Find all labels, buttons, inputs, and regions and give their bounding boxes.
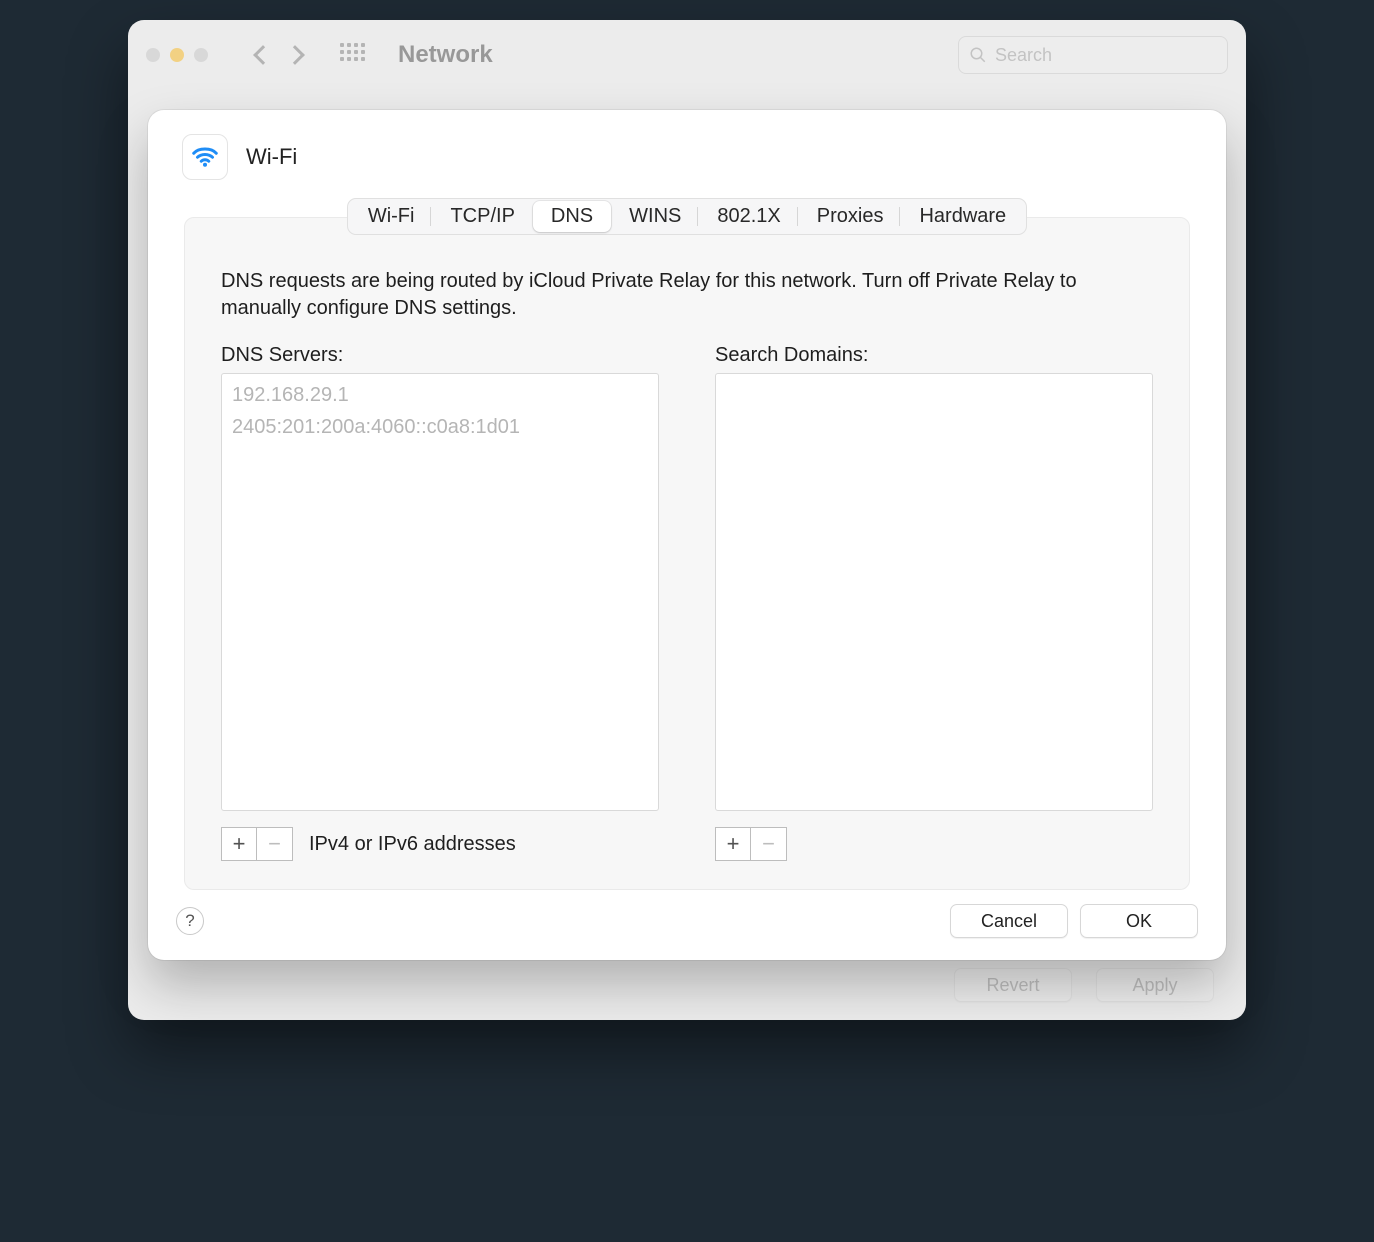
apply-button[interactable]: Apply	[1096, 968, 1214, 1002]
titlebar: Network Search	[128, 20, 1246, 90]
nav-buttons	[256, 48, 302, 62]
cancel-button[interactable]: Cancel	[950, 904, 1068, 938]
tab-wi-fi[interactable]: Wi-Fi	[350, 201, 433, 232]
dns-servers-stepper: + −	[221, 827, 293, 861]
window-footer: Revert Apply	[942, 968, 1214, 1002]
private-relay-notice: DNS requests are being routed by iCloud …	[221, 268, 1153, 322]
revert-button[interactable]: Revert	[954, 968, 1072, 1002]
dns-servers-column: DNS Servers: 192.168.29.12405:201:200a:4…	[221, 344, 659, 861]
zoom-window-button[interactable]	[194, 48, 208, 62]
ok-button[interactable]: OK	[1080, 904, 1198, 938]
search-domains-list[interactable]	[715, 373, 1153, 811]
search-icon	[969, 46, 987, 64]
wifi-icon	[182, 134, 228, 180]
dns-panel: DNS requests are being routed by iCloud …	[184, 217, 1190, 890]
remove-dns-server-button[interactable]: −	[257, 827, 293, 861]
search-domains-label: Search Domains:	[715, 344, 1153, 367]
tab-wins[interactable]: WINS	[611, 201, 699, 232]
network-preferences-window: Network Search Revert Apply Wi-Fi Wi-FiT…	[128, 20, 1246, 1020]
tab-dns[interactable]: DNS	[533, 201, 611, 232]
add-search-domain-button[interactable]: +	[715, 827, 751, 861]
wifi-settings-sheet: Wi-Fi Wi-FiTCP/IPDNSWINS802.1XProxiesHar…	[148, 110, 1226, 960]
tab-802-1x[interactable]: 802.1X	[699, 201, 798, 232]
close-window-button[interactable]	[146, 48, 160, 62]
search-field[interactable]: Search	[958, 36, 1228, 74]
back-chevron-icon[interactable]	[253, 45, 273, 65]
sheet-title: Wi-Fi	[246, 144, 297, 170]
minimize-window-button[interactable]	[170, 48, 184, 62]
window-title: Network	[398, 41, 493, 69]
search-placeholder: Search	[995, 45, 1052, 66]
show-all-grid-icon[interactable]	[340, 43, 364, 67]
tabs: Wi-FiTCP/IPDNSWINS802.1XProxiesHardware	[347, 198, 1027, 235]
forward-chevron-icon[interactable]	[285, 45, 305, 65]
traffic-lights	[146, 48, 208, 62]
search-domains-stepper: + −	[715, 827, 787, 861]
dns-servers-hint: IPv4 or IPv6 addresses	[309, 833, 516, 856]
dns-server-entry[interactable]: 2405:201:200a:4060::c0a8:1d01	[232, 411, 648, 443]
tab-proxies[interactable]: Proxies	[799, 201, 902, 232]
sheet-footer: ? Cancel OK	[148, 890, 1226, 960]
dns-servers-list[interactable]: 192.168.29.12405:201:200a:4060::c0a8:1d0…	[221, 373, 659, 811]
add-dns-server-button[interactable]: +	[221, 827, 257, 861]
tab-tcp-ip[interactable]: TCP/IP	[432, 201, 532, 232]
sheet-header: Wi-Fi	[148, 110, 1226, 188]
search-domains-column: Search Domains: + −	[715, 344, 1153, 861]
dns-server-entry[interactable]: 192.168.29.1	[232, 379, 648, 411]
remove-search-domain-button[interactable]: −	[751, 827, 787, 861]
tab-hardware[interactable]: Hardware	[901, 201, 1024, 232]
help-button[interactable]: ?	[176, 907, 204, 935]
dns-servers-label: DNS Servers:	[221, 344, 659, 367]
